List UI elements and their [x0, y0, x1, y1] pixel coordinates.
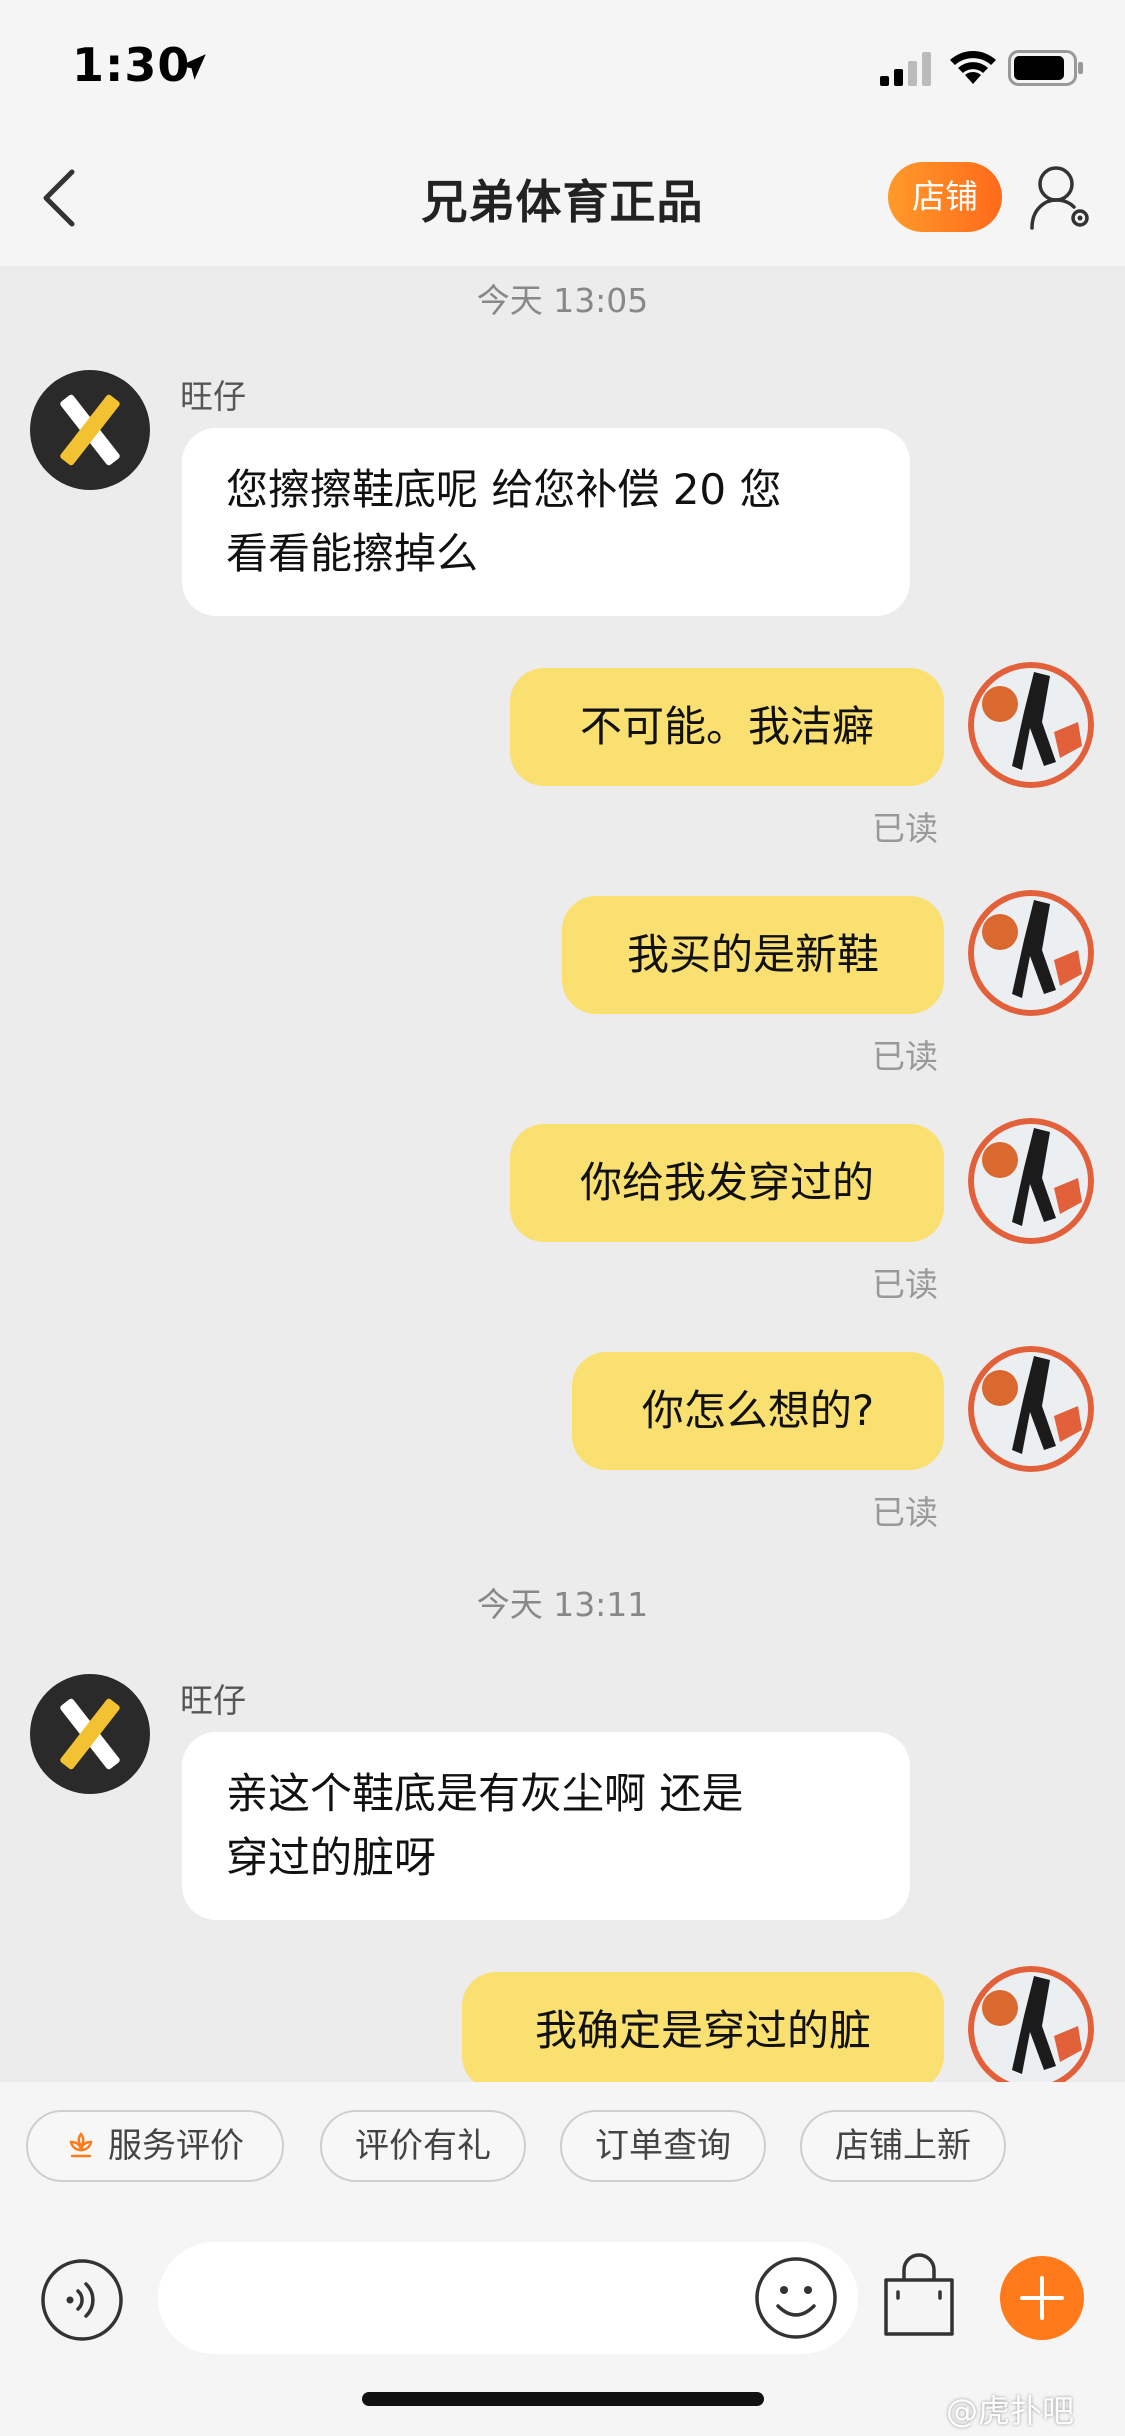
message-text-line: 亲这个鞋底是有灰尘啊 还是 — [226, 1769, 744, 1818]
user-avatar-image-icon — [968, 1966, 1094, 2082]
status-time: 1:30 — [72, 38, 191, 92]
emoji-icon[interactable] — [754, 2256, 838, 2340]
message-input[interactable] — [158, 2242, 858, 2354]
outgoing-message[interactable]: 不可能。我洁癖 — [510, 668, 944, 786]
message-text-line: 您擦擦鞋底呢 给您补偿 20 您 — [226, 465, 782, 514]
message-timestamp: 今天 13:11 — [476, 1585, 649, 1624]
read-receipt: 已读 — [872, 1037, 938, 1076]
voice-icon[interactable] — [40, 2258, 124, 2342]
cellular-signal-icon — [880, 52, 931, 86]
user-avatar-image-icon — [968, 890, 1094, 1016]
user-avatar[interactable] — [968, 890, 1094, 1016]
user-avatar[interactable] — [968, 1118, 1094, 1244]
shopping-bag-icon[interactable] — [880, 2252, 958, 2338]
battery-icon — [1008, 50, 1083, 86]
incoming-message[interactable]: 亲这个鞋底是有灰尘啊 还是 穿过的脏呀 — [182, 1732, 910, 1920]
outgoing-message[interactable]: 我买的是新鞋 — [562, 896, 944, 1014]
home-indicator — [362, 2392, 764, 2406]
user-settings-icon[interactable] — [1028, 162, 1094, 232]
read-receipt: 已读 — [872, 809, 938, 848]
quick-reply-bar: 服务评价 评价有礼 订单查询 店铺上新 — [0, 2082, 1125, 2206]
plus-icon — [1020, 2276, 1064, 2320]
quick-reply-label: 服务评价 — [108, 2126, 244, 2166]
sender-name: 旺仔 — [180, 1681, 246, 1720]
user-avatar[interactable] — [968, 1346, 1094, 1472]
quick-reply-service-rating[interactable]: 服务评价 — [26, 2110, 284, 2182]
quick-reply-order-query[interactable]: 订单查询 — [560, 2110, 766, 2182]
message-timestamp: 今天 13:05 — [476, 281, 649, 320]
quick-reply-shop-new[interactable]: 店铺上新 — [800, 2110, 1006, 2182]
user-avatar-image-icon — [968, 1346, 1094, 1472]
shop-avatar[interactable] — [30, 370, 150, 490]
outgoing-message[interactable]: 你给我发穿过的 — [510, 1124, 944, 1242]
user-avatar[interactable] — [968, 1966, 1094, 2082]
watermark-text: @虎扑吧 — [946, 2392, 1075, 2430]
read-receipt: 已读 — [872, 1265, 938, 1304]
shop-logo-icon — [60, 394, 120, 466]
read-receipt: 已读 — [872, 1493, 938, 1532]
message-text-line: 穿过的脏呀 — [226, 1833, 437, 1882]
status-bar: 1:30 — [0, 0, 1125, 132]
more-plus-button[interactable] — [1000, 2256, 1084, 2340]
navigation-bar: 兄弟体育正品 店铺 — [0, 132, 1125, 266]
incoming-message[interactable]: 您擦擦鞋底呢 给您补偿 20 您 看看能擦掉么 — [182, 428, 910, 616]
user-avatar-image-icon — [968, 662, 1094, 788]
quick-reply-review-gift[interactable]: 评价有礼 — [320, 2110, 526, 2182]
wifi-icon — [950, 51, 996, 84]
outgoing-message[interactable]: 你怎么想的? — [572, 1352, 944, 1470]
location-arrow-icon — [180, 54, 206, 80]
chat-message-list[interactable]: 今天 13:05 旺仔 您擦擦鞋底呢 给您补偿 20 您 看看能擦掉么 不可能。… — [0, 266, 1125, 2082]
sender-name: 旺仔 — [180, 377, 246, 416]
shop-avatar[interactable] — [30, 1674, 150, 1794]
flower-icon — [69, 2131, 93, 2158]
shop-button[interactable]: 店铺 — [888, 162, 1002, 232]
user-avatar-image-icon — [968, 1118, 1094, 1244]
outgoing-message[interactable]: 我确定是穿过的脏 — [462, 1972, 944, 2082]
user-avatar[interactable] — [968, 662, 1094, 788]
message-text-line: 看看能擦掉么 — [226, 529, 479, 578]
shop-logo-icon — [60, 1698, 120, 1770]
